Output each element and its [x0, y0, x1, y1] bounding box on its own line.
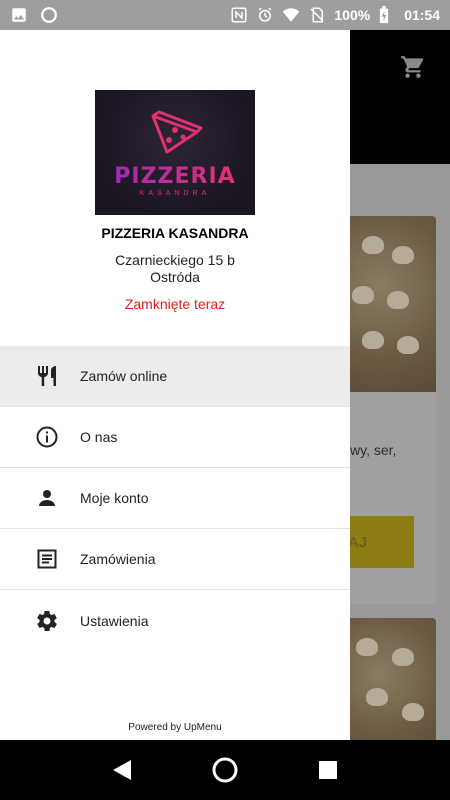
menu-item-settings[interactable]: Ustawienia — [0, 590, 350, 651]
product-card[interactable]: wy, ser, AJ — [342, 216, 436, 604]
wifi-icon — [282, 6, 300, 24]
drawer-menu: Zamów online O nas Moje konto Zamówienia… — [0, 346, 350, 651]
gear-icon — [35, 609, 59, 633]
product-image — [342, 216, 436, 392]
add-button[interactable]: AJ — [342, 516, 414, 568]
back-icon[interactable] — [107, 755, 137, 785]
address-line-1: Czarnieckiego 15 b — [115, 252, 235, 268]
menu-item-label: Ustawienia — [80, 612, 149, 629]
restaurant-logo: PIZZERIA KASANDRA — [95, 90, 255, 215]
restaurant-name: PIZZERIA KASANDRA — [101, 225, 249, 241]
menu-item-label: Moje konto — [80, 490, 149, 506]
status-bar: 100% 01:54 — [0, 0, 450, 30]
no-sim-icon — [308, 6, 326, 24]
battery-charging-icon — [378, 6, 396, 24]
recents-icon[interactable] — [313, 755, 343, 785]
nfc-icon — [230, 6, 248, 24]
logo-brand: PIZZERIA — [114, 164, 236, 189]
clock: 01:54 — [404, 7, 440, 23]
menu-item-order-online[interactable]: Zamów online — [0, 346, 350, 407]
menu-item-label: Zamów online — [80, 368, 168, 384]
product-card-2[interactable] — [342, 618, 436, 740]
fork-knife-icon — [35, 364, 59, 388]
restaurant-address: Czarnieckiego 15 b Ostróda — [0, 252, 350, 286]
battery-percent: 100% — [334, 7, 371, 23]
opening-status: Zamknięte teraz — [124, 296, 226, 312]
navigation-drawer: PIZZERIA KASANDRA PIZZERIA KASANDRA Czar… — [0, 30, 350, 740]
circle-icon — [40, 6, 58, 24]
info-icon — [35, 425, 59, 449]
list-icon — [35, 547, 59, 571]
cart-icon[interactable] — [400, 54, 426, 80]
alarm-icon — [256, 6, 274, 24]
address-line-2: Ostróda — [150, 269, 200, 285]
menu-item-about[interactable]: O nas — [0, 407, 350, 468]
product-description: wy, ser, — [350, 442, 397, 458]
powered-by[interactable]: Powered by UpMenu — [0, 722, 350, 733]
pizza-slice-icon — [151, 110, 203, 154]
menu-item-label: O nas — [80, 429, 118, 445]
home-icon[interactable] — [210, 755, 240, 785]
person-icon — [35, 486, 59, 510]
image-icon — [10, 6, 28, 24]
logo-subtitle: KASANDRA — [139, 190, 211, 197]
menu-item-label: Zamówienia — [80, 551, 156, 567]
menu-item-orders[interactable]: Zamówienia — [0, 529, 350, 590]
system-nav-bar — [0, 740, 450, 800]
menu-item-account[interactable]: Moje konto — [0, 468, 350, 529]
